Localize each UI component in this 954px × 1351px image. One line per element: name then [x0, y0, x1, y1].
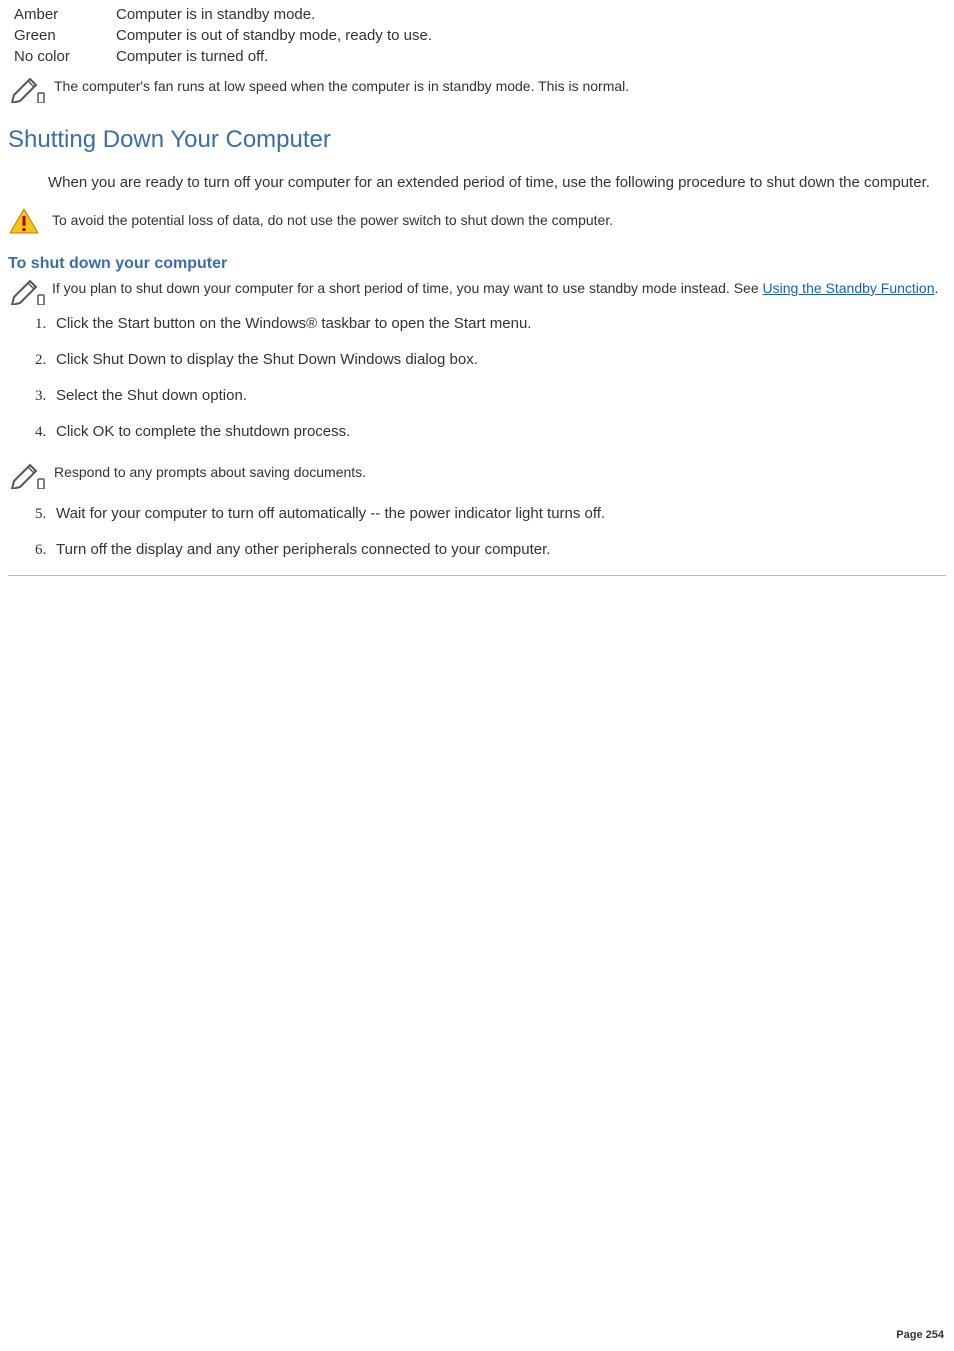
- list-item: Select the Shut down option.: [50, 385, 946, 407]
- status-desc: Computer is out of standby mode, ready t…: [116, 25, 946, 46]
- status-desc: Computer is in standby mode.: [116, 4, 946, 25]
- respond-note: Respond to any prompts about saving docu…: [8, 457, 946, 489]
- warning-note: To avoid the potential loss of data, do …: [8, 207, 946, 235]
- steps-list-a: Click the Start button on the Windows® t…: [8, 313, 946, 443]
- warning-icon: [8, 207, 40, 235]
- standby-link[interactable]: Using the Standby Function: [763, 280, 935, 296]
- subheading: To shut down your computer: [8, 253, 946, 275]
- status-label: Amber: [8, 4, 116, 25]
- list-item: Click Shut Down to display the Shut Down…: [50, 349, 946, 371]
- pencil-icon: [8, 457, 48, 489]
- standby-note-pre: If you plan to shut down your computer f…: [52, 280, 763, 296]
- pencil-icon: [8, 273, 48, 305]
- step-text: Click Shut Down to display the Shut Down…: [56, 351, 478, 368]
- status-row: Amber Computer is in standby mode.: [8, 4, 946, 25]
- fan-note: The computer's fan runs at low speed whe…: [8, 71, 946, 103]
- page-number: Page 254: [896, 1328, 944, 1343]
- list-item: Click the Start button on the Windows® t…: [50, 313, 946, 335]
- warning-text: To avoid the potential loss of data, do …: [52, 211, 613, 231]
- list-item: Wait for your computer to turn off autom…: [50, 503, 946, 525]
- step-text: Click the Start button on the Windows® t…: [56, 315, 531, 332]
- list-item: Turn off the display and any other perip…: [50, 539, 946, 561]
- standby-note: If you plan to shut down your computer f…: [8, 279, 946, 299]
- steps-list-b: Wait for your computer to turn off autom…: [8, 503, 946, 561]
- status-row: No color Computer is turned off.: [8, 46, 946, 67]
- step-text: Turn off the display and any other perip…: [56, 541, 550, 558]
- intro-paragraph: When you are ready to turn off your comp…: [48, 172, 938, 193]
- status-table: Amber Computer is in standby mode. Green…: [8, 4, 946, 67]
- list-item: Click OK to complete the shutdown proces…: [50, 421, 946, 443]
- respond-note-text: Respond to any prompts about saving docu…: [54, 463, 366, 483]
- status-row: Green Computer is out of standby mode, r…: [8, 25, 946, 46]
- section-title: Shutting Down Your Computer: [8, 123, 946, 157]
- step-text: Select the Shut down option.: [56, 387, 247, 404]
- status-label: Green: [8, 25, 116, 46]
- standby-note-post: .: [935, 280, 939, 296]
- divider: [8, 575, 946, 576]
- status-desc: Computer is turned off.: [116, 46, 946, 67]
- status-label: No color: [8, 46, 116, 67]
- step-text: Wait for your computer to turn off autom…: [56, 505, 605, 522]
- pencil-icon: [8, 71, 48, 103]
- step-text: Click OK to complete the shutdown proces…: [56, 423, 350, 440]
- fan-note-text: The computer's fan runs at low speed whe…: [54, 77, 629, 97]
